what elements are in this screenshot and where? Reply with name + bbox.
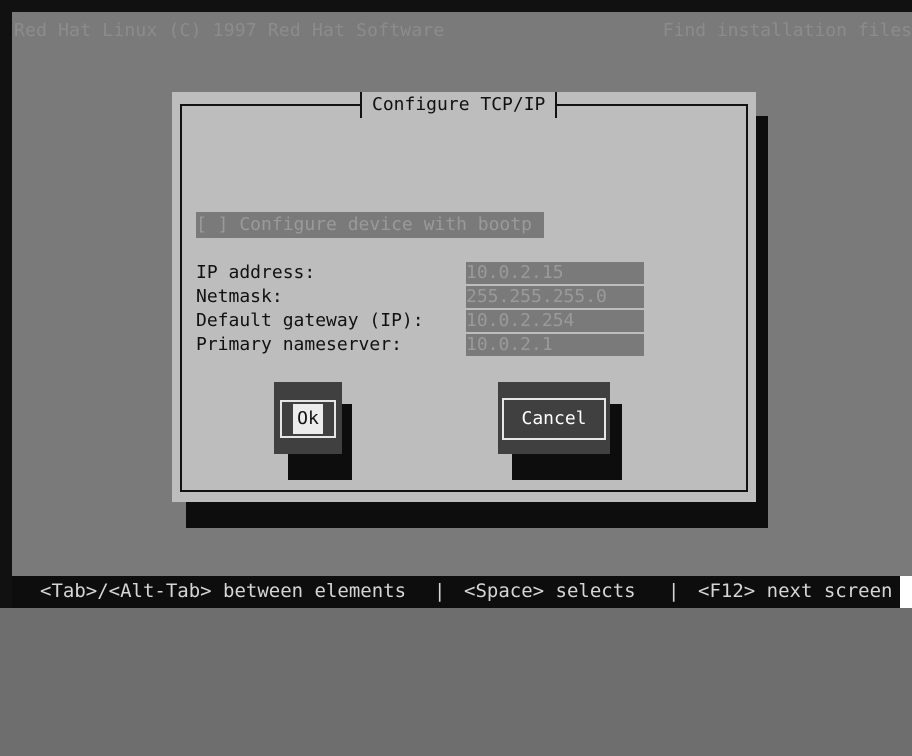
status-hint-f12: <F12> next screen <box>698 580 893 602</box>
installer-banner: Red Hat Linux (C) 1997 Red Hat Software <box>14 20 445 41</box>
status-hint-space: <Space> selects <box>464 580 636 602</box>
netmask-label: Netmask: <box>196 286 283 307</box>
primary-nameserver-label: Primary nameserver: <box>196 334 402 355</box>
screen-left-frame <box>0 0 12 608</box>
status-separator: | <box>668 580 680 602</box>
status-bar: <Tab>/<Alt-Tab> between elements | <Spac… <box>12 576 900 608</box>
ok-button[interactable]: Ok <box>280 400 336 438</box>
cancel-button[interactable]: Cancel <box>502 398 606 440</box>
ok-button-label: Ok <box>293 404 323 434</box>
ip-address-field[interactable] <box>466 262 644 284</box>
primary-nameserver-field[interactable] <box>466 334 644 356</box>
dialog-title: Configure TCP/IP <box>360 92 558 118</box>
screen-top-frame <box>0 0 912 12</box>
status-hint-tab: <Tab>/<Alt-Tab> between elements <box>40 580 407 602</box>
default-gateway-label: Default gateway (IP): <box>196 310 424 331</box>
status-separator: | <box>434 580 446 602</box>
installer-step-title: Find installation files <box>662 20 912 41</box>
netmask-field[interactable] <box>466 286 644 308</box>
cursor-block <box>900 576 912 608</box>
default-gateway-field[interactable] <box>466 310 644 332</box>
ip-address-label: IP address: <box>196 262 316 283</box>
bootp-checkbox[interactable]: [ ] Configure device with bootp <box>196 212 544 238</box>
